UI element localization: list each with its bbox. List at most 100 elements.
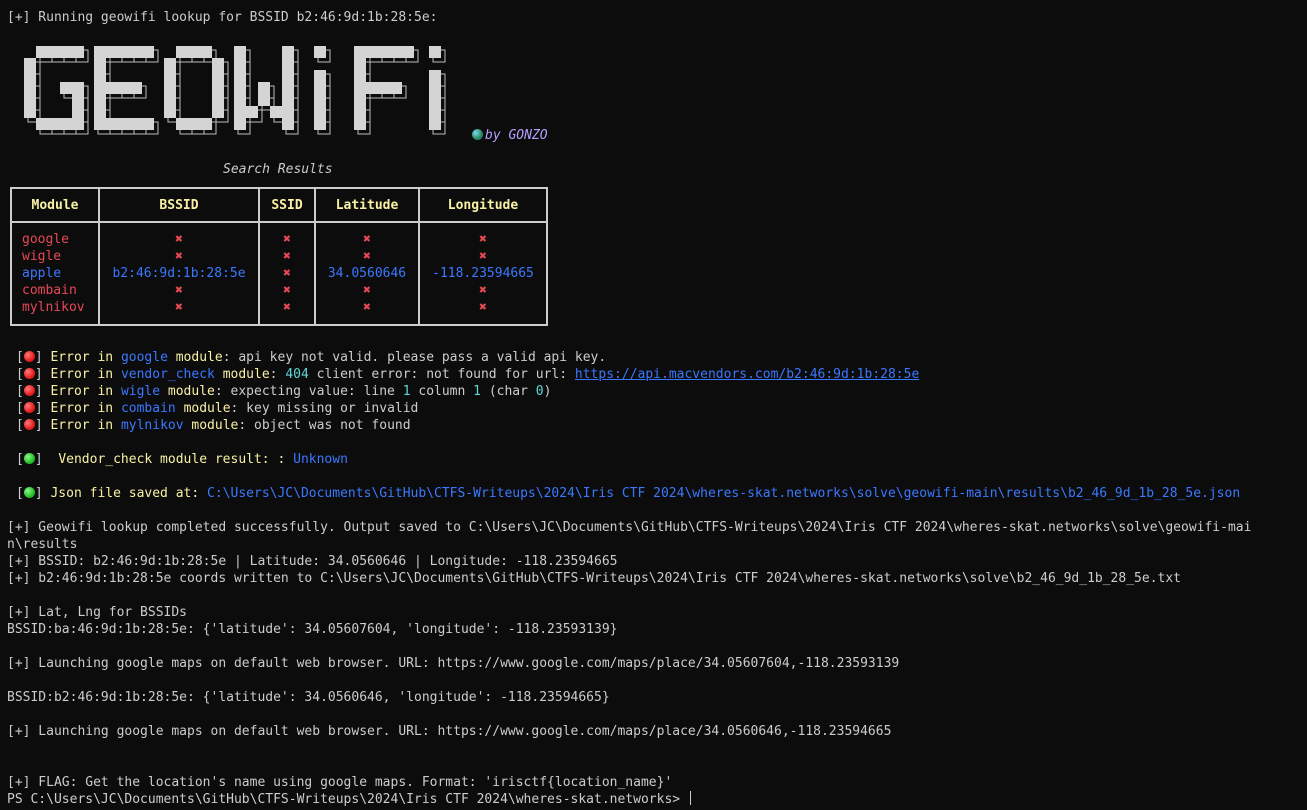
byline-text: by GONZO xyxy=(485,128,548,143)
error-message: (char xyxy=(481,384,536,399)
vendor-result-line: [] Vendor_check module result: : Unknown xyxy=(16,452,348,467)
json-saved-path[interactable]: C:\Users\JC\Documents\GitHub\CTFS-Writeu… xyxy=(207,486,1240,501)
error-suffix: module xyxy=(183,401,231,416)
header-module: Module xyxy=(10,188,100,223)
error-prefix: Error in xyxy=(50,401,114,416)
cross-icon: ✖ xyxy=(98,299,260,325)
error-prefix: Error in xyxy=(50,367,114,382)
table-header-row: Module BSSID SSID Latitude Longitude xyxy=(10,188,548,223)
red-dot-icon xyxy=(23,402,35,413)
error-message: : object was not found xyxy=(238,418,411,433)
vendor-result-label: Vendor_check module result: : xyxy=(58,452,294,467)
header-longitude: Longitude xyxy=(418,188,548,223)
banner-letter xyxy=(24,46,89,135)
red-dot-icon xyxy=(23,385,35,396)
header-line: [+] Running geowifi lookup for BSSID b2:… xyxy=(7,10,438,25)
banner-letter xyxy=(164,46,229,135)
cell-module: apple xyxy=(10,265,100,282)
error-message: : xyxy=(269,367,286,382)
json-saved-label: Json file saved at: xyxy=(50,486,208,501)
error-module-name: vendor_check xyxy=(120,367,215,382)
prompt-text: PS C:\Users\JC\Documents\GitHub\CTFS-Wri… xyxy=(7,792,688,807)
error-number: 0 xyxy=(535,384,544,399)
error-line: [] Error in google module: api key not v… xyxy=(16,350,607,365)
red-dot-icon xyxy=(23,368,35,379)
header-latitude: Latitude xyxy=(314,188,420,223)
cross-icon: ✖ xyxy=(418,248,548,265)
error-module-name: combain xyxy=(120,401,176,416)
banner-letter xyxy=(314,46,331,135)
error-number: 1 xyxy=(473,384,481,399)
error-message: client error: not found for url: xyxy=(308,367,575,382)
red-dot-icon xyxy=(23,351,35,362)
cross-icon: ✖ xyxy=(314,222,420,248)
output-line-bssid-1: BSSID:ba:46:9d:1b:28:5e: {'latitude': 34… xyxy=(7,622,618,637)
cell-module: wigle xyxy=(10,248,100,265)
green-dot-icon xyxy=(23,487,35,498)
cell-bssid: b2:46:9d:1b:28:5e xyxy=(98,265,260,282)
error-suffix: module xyxy=(175,350,223,365)
banner-letter xyxy=(234,46,299,135)
cross-icon: ✖ xyxy=(314,299,420,325)
cell-longitude: -118.23594665 xyxy=(418,265,548,282)
error-line: [] Error in combain module: key missing … xyxy=(16,401,419,416)
red-dot-icon xyxy=(23,419,35,430)
cross-icon: ✖ xyxy=(314,282,420,299)
error-message: : expecting value: line xyxy=(214,384,403,399)
error-url-link[interactable]: https://api.macvendors.com/b2:46:9d:1b:2… xyxy=(575,367,919,382)
error-line: [] Error in mylnikov module: object was … xyxy=(16,418,411,433)
cross-icon: ✖ xyxy=(258,299,316,325)
error-prefix: Error in xyxy=(50,418,114,433)
output-line-latlng-header: [+] Lat, Lng for BSSIDs xyxy=(7,605,188,620)
table-row: combain ✖ ✖ ✖ ✖ xyxy=(10,282,548,299)
geowifi-banner-logo xyxy=(24,46,446,135)
cross-icon: ✖ xyxy=(258,282,316,299)
cross-icon: ✖ xyxy=(98,248,260,265)
header-ssid: SSID xyxy=(258,188,316,223)
cross-icon: ✖ xyxy=(258,222,316,248)
error-message: column xyxy=(410,384,474,399)
output-line-launch-2: [+] Launching google maps on default web… xyxy=(7,724,892,739)
cross-icon: ✖ xyxy=(258,265,316,282)
cross-icon: ✖ xyxy=(418,282,548,299)
cross-icon: ✖ xyxy=(258,248,316,265)
error-suffix: module xyxy=(191,418,239,433)
cell-module: combain xyxy=(10,282,100,299)
error-module-name: wigle xyxy=(120,384,161,399)
vendor-result-value: Unknown xyxy=(293,452,348,467)
search-results-table: Module BSSID SSID Latitude Longitude goo… xyxy=(10,187,548,326)
banner-letter xyxy=(354,46,419,135)
globe-icon xyxy=(472,129,483,140)
error-message: : api key not valid. please pass a valid… xyxy=(222,350,607,365)
output-line-flag: [+] FLAG: Get the location's name using … xyxy=(7,775,673,790)
output-line-coords-written: [+] b2:46:9d:1b:28:5e coords written to … xyxy=(7,571,1181,586)
table-title: Search Results xyxy=(223,162,333,177)
error-line: [] Error in wigle module: expecting valu… xyxy=(16,384,552,399)
byline: by GONZO xyxy=(472,128,548,143)
cross-icon: ✖ xyxy=(314,248,420,265)
error-message: : key missing or invalid xyxy=(230,401,419,416)
table-row: apple b2:46:9d:1b:28:5e ✖ 34.0560646 -118.23… xyxy=(10,265,548,282)
cross-icon: ✖ xyxy=(98,282,260,299)
error-prefix: Error in xyxy=(50,384,114,399)
error-code: 404 xyxy=(285,367,309,382)
cross-icon: ✖ xyxy=(98,222,260,248)
error-module-name: google xyxy=(120,350,168,365)
banner-letter xyxy=(94,46,159,135)
cross-icon: ✖ xyxy=(418,299,548,325)
output-line-completed-wrap: n\results xyxy=(7,537,78,552)
output-line-launch-1: [+] Launching google maps on default web… xyxy=(7,656,900,671)
output-line-completed: [+] Geowifi lookup completed successfull… xyxy=(7,520,1252,535)
error-message: ) xyxy=(543,384,552,399)
banner-letter xyxy=(429,46,446,135)
header-bssid: BSSID xyxy=(98,188,260,223)
error-line: [] Error in vendor_check module: 404 cli… xyxy=(16,367,920,382)
error-prefix: Error in xyxy=(50,350,114,365)
json-saved-line: [] Json file saved at: C:\Users\JC\Docum… xyxy=(16,486,1241,501)
table-row: wigle ✖ ✖ ✖ ✖ xyxy=(10,248,548,265)
cell-module: mylnikov xyxy=(10,299,100,325)
output-line-bssid-summary: [+] BSSID: b2:46:9d:1b:28:5e | Latitude:… xyxy=(7,554,618,569)
cell-module: google xyxy=(10,222,100,248)
table-row: mylnikov ✖ ✖ ✖ ✖ xyxy=(10,299,548,325)
terminal-prompt[interactable]: PS C:\Users\JC\Documents\GitHub\CTFS-Wri… xyxy=(7,791,691,808)
